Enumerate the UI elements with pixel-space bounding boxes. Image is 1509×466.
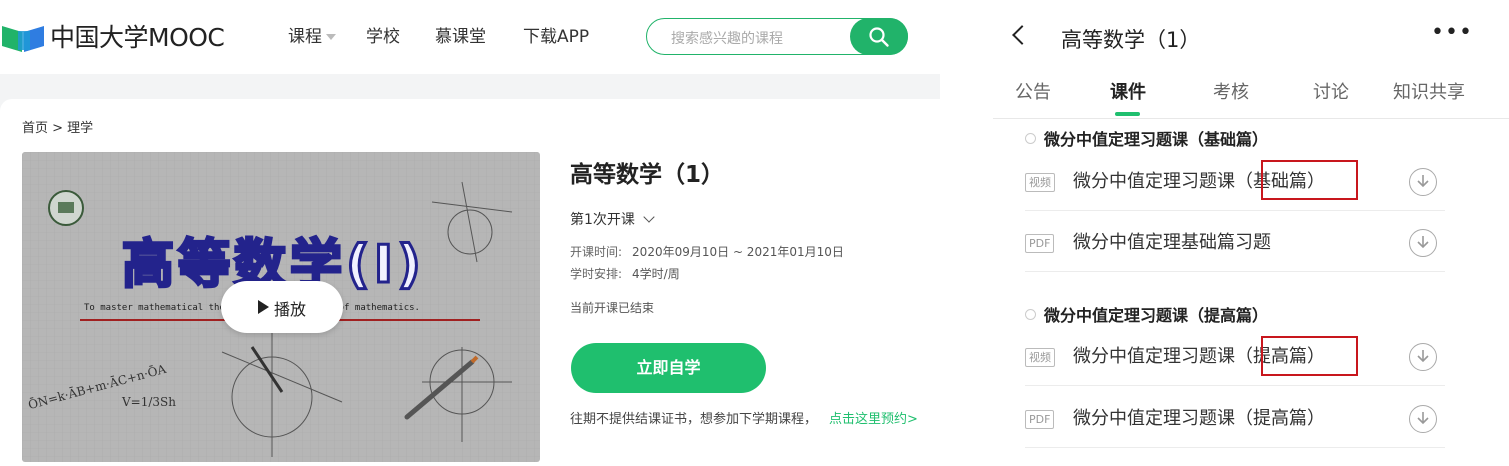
app-course-title: 高等数学（1）	[1061, 28, 1201, 52]
video-badge: 视频	[1025, 348, 1055, 367]
course-time: 开课时间: 2020年09月10日 ~ 2021年01月10日	[570, 243, 844, 260]
row-divider	[1025, 385, 1445, 386]
play-label: 播放	[274, 300, 307, 319]
mobile-app-screen: 高等数学（1） ••• 公告 课件 考核 讨论 知识共享 微分中值定理习题课（基…	[993, 0, 1509, 466]
nav-schools[interactable]: 学校	[366, 26, 400, 48]
nav-courses-label: 课程	[288, 27, 322, 47]
self-study-button[interactable]: 立即自学	[571, 343, 766, 393]
logo-text: 中国大学MOOC	[50, 23, 225, 52]
back-arrow-icon[interactable]	[1012, 25, 1032, 45]
active-tab-indicator	[1115, 112, 1140, 116]
section-header[interactable]: 微分中值定理习题课（基础篇）	[1025, 126, 1268, 150]
item-name: 微分中值定理习题课（提高篇）	[1073, 408, 1325, 429]
tab-assessment[interactable]: 考核	[1213, 78, 1249, 104]
download-icon[interactable]	[1409, 229, 1437, 257]
pdf-badge: PDF	[1025, 410, 1055, 429]
session-label: 第1次开课	[570, 212, 635, 228]
session-selector[interactable]: 第1次开课	[570, 209, 655, 229]
course-hours: 学时安排: 4学时/周	[570, 265, 680, 282]
nav-download-app[interactable]: 下载APP	[523, 26, 589, 48]
row-divider	[1025, 271, 1445, 272]
top-navbar: 中国大学MOOC 课程 学校 慕课堂 下载APP 搜索感兴趣的课程	[0, 0, 940, 74]
next-term-note: 往期不提供结课证书，想参加下学期课程， 点击这里预约>	[570, 408, 918, 427]
search-button[interactable]	[850, 18, 908, 55]
pdf-badge: PDF	[1025, 234, 1055, 253]
search-input[interactable]: 搜索感兴趣的课程	[671, 28, 783, 48]
download-icon[interactable]	[1409, 405, 1437, 433]
nav-mooc-classroom[interactable]: 慕课堂	[435, 26, 486, 48]
section-circle-icon	[1025, 133, 1036, 144]
note-text: 往期不提供结课证书，想参加下学期课程，	[570, 412, 818, 427]
search-box[interactable]: 搜索感兴趣的课程	[646, 18, 908, 55]
tab-discussion[interactable]: 讨论	[1313, 78, 1349, 104]
download-icon[interactable]	[1409, 168, 1437, 196]
list-item[interactable]: 视频 微分中值定理习题课（提高篇）	[1025, 330, 1445, 386]
section-title: 微分中值定理习题课（基础篇）	[1044, 130, 1269, 149]
app-tabs: 公告 课件 考核 讨论 知识共享	[993, 78, 1509, 108]
video-player[interactable]: 高等数学(I) To master mathematical thought a…	[22, 152, 540, 462]
mooc-logo[interactable]: 中国大学MOOC	[2, 22, 227, 54]
list-item[interactable]: PDF 微分中值定理基础篇习题	[1025, 216, 1445, 272]
row-divider	[1025, 210, 1445, 211]
highlight-box-advanced	[1261, 336, 1358, 376]
highlight-box-basic	[1261, 160, 1358, 200]
chevron-down-icon	[643, 211, 655, 223]
tab-announcement[interactable]: 公告	[1015, 78, 1051, 104]
course-title: 高等数学（1）	[570, 162, 725, 188]
section-circle-icon	[1025, 309, 1036, 320]
reserve-link[interactable]: 点击这里预约>	[829, 412, 918, 427]
play-icon	[258, 300, 269, 314]
breadcrumb[interactable]: 首页 > 理学	[22, 117, 93, 136]
section-title: 微分中值定理习题课（提高篇）	[1044, 306, 1269, 325]
more-options-icon[interactable]: •••	[1431, 20, 1473, 45]
course-status: 当前开课已结束	[570, 301, 655, 315]
mooc-web-page: 中国大学MOOC 课程 学校 慕课堂 下载APP 搜索感兴趣的课程 首页 > 理…	[0, 0, 940, 466]
item-name: 微分中值定理基础篇习题	[1073, 232, 1271, 253]
list-item[interactable]: PDF 微分中值定理习题课（提高篇）	[1025, 392, 1445, 448]
course-hours-label: 学时安排:	[570, 267, 623, 281]
tab-divider	[993, 118, 1509, 119]
caret-down-icon	[326, 34, 336, 40]
course-time-value: 2020年09月10日 ~ 2021年01月10日	[632, 245, 844, 259]
tab-courseware[interactable]: 课件	[1110, 78, 1146, 104]
mooc-logo-icon	[2, 26, 44, 52]
search-icon	[869, 27, 889, 47]
formula-volume: V=1/3Sh	[122, 395, 176, 409]
play-button[interactable]: 播放	[221, 281, 343, 333]
video-badge: 视频	[1025, 173, 1055, 192]
section-header[interactable]: 微分中值定理习题课（提高篇）	[1025, 302, 1268, 326]
course-hours-value: 4学时/周	[632, 267, 680, 281]
course-time-label: 开课时间:	[570, 245, 623, 259]
course-card: 首页 > 理学 高等数学(I) To master mathematical o…	[0, 99, 940, 466]
list-item[interactable]: 视频 微分中值定理习题课（基础篇）	[1025, 155, 1445, 211]
download-icon[interactable]	[1409, 343, 1437, 371]
nav-courses[interactable]: 课程	[288, 26, 336, 48]
row-divider	[1025, 447, 1445, 448]
tab-knowledge-share[interactable]: 知识共享	[1393, 78, 1465, 104]
